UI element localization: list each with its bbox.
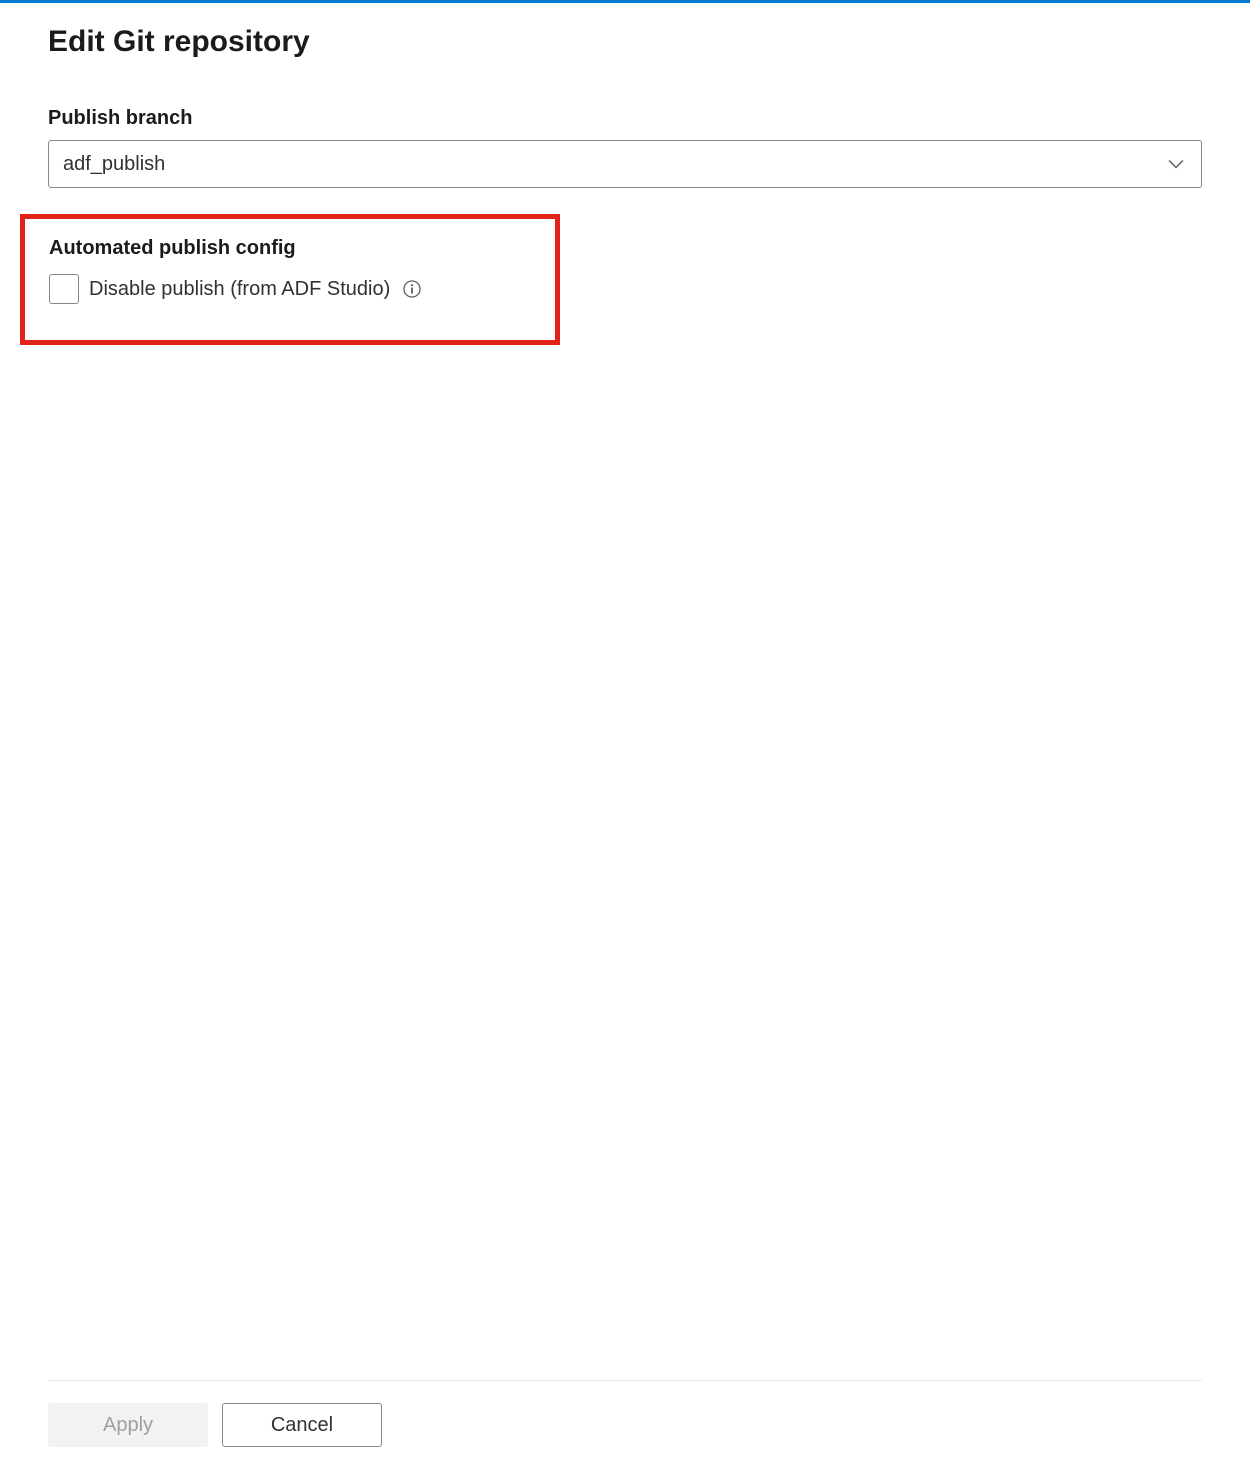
- chevron-down-icon: [1167, 155, 1185, 173]
- publish-branch-field: Publish branch adf_publish: [48, 107, 1202, 188]
- git-repository-panel: Edit Git repository Publish branch adf_p…: [0, 3, 1250, 1475]
- disable-publish-row: Disable publish (from ADF Studio): [49, 274, 535, 304]
- disable-publish-checkbox[interactable]: [49, 274, 79, 304]
- publish-branch-dropdown[interactable]: adf_publish: [48, 140, 1202, 188]
- publish-branch-value: adf_publish: [63, 153, 165, 176]
- automated-publish-section-label: Automated publish config: [49, 237, 535, 260]
- footer-actions: Apply Cancel: [48, 1380, 1202, 1475]
- automated-publish-highlight: Automated publish config Disable publish…: [20, 214, 560, 345]
- publish-branch-label: Publish branch: [48, 107, 1202, 130]
- page-title: Edit Git repository: [48, 25, 1202, 59]
- apply-button[interactable]: Apply: [48, 1403, 208, 1447]
- content-area: Edit Git repository Publish branch adf_p…: [48, 25, 1202, 1380]
- disable-publish-label: Disable publish (from ADF Studio): [89, 278, 390, 301]
- info-icon[interactable]: [402, 279, 422, 299]
- cancel-button[interactable]: Cancel: [222, 1403, 382, 1447]
